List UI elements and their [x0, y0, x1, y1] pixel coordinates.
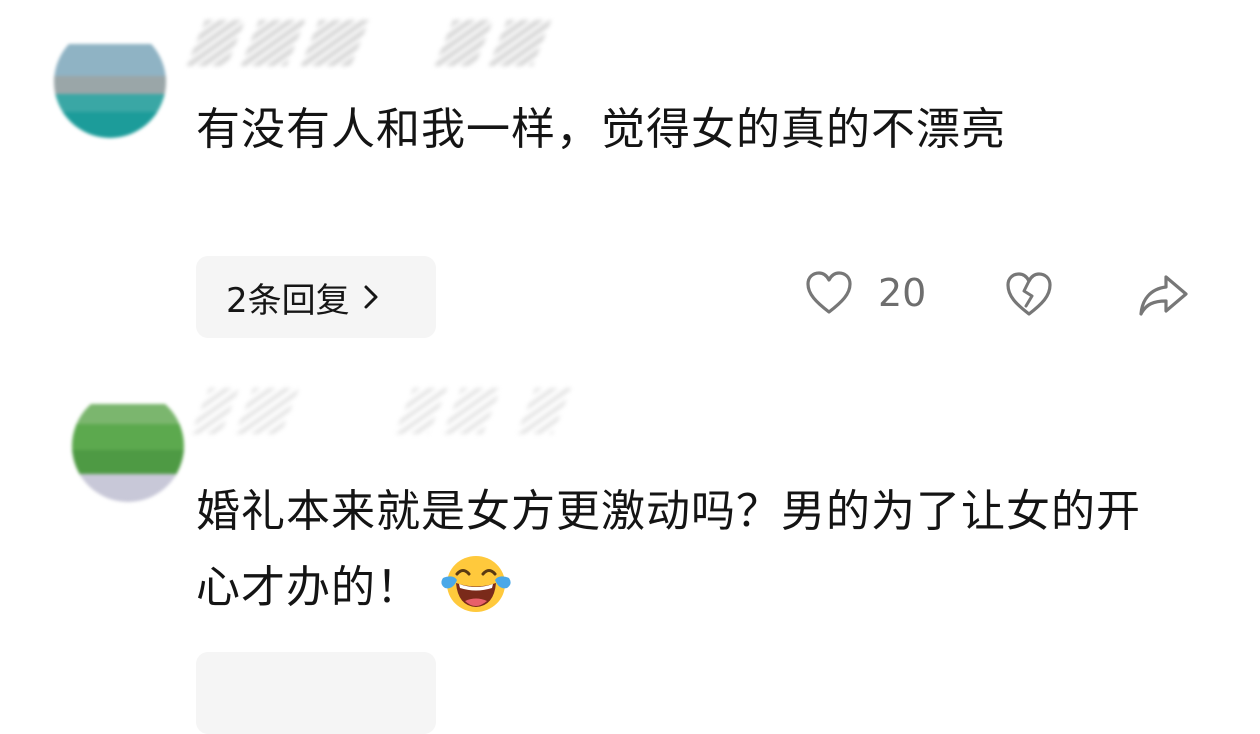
comment-item: 有没有人和我一样，觉得女的真的不漂亮 2条回复 20	[0, 0, 1260, 350]
view-replies-button[interactable]: 2条回复	[196, 256, 436, 338]
reply-count-label: 2条回复	[226, 280, 350, 321]
like-button[interactable]: 20	[804, 270, 926, 316]
username[interactable]	[190, 376, 572, 446]
broken-heart-icon	[1006, 272, 1052, 316]
comment-text-content: 婚礼本来就是女方更激动吗？男的为了让女的开心才办的！	[196, 486, 1141, 613]
like-count: 20	[878, 271, 927, 315]
username[interactable]	[186, 8, 552, 78]
heart-icon	[806, 271, 852, 314]
avatar[interactable]	[72, 390, 184, 502]
comment-text: 有没有人和我一样，觉得女的真的不漂亮	[196, 104, 1006, 155]
avatar[interactable]	[54, 26, 166, 138]
comment-item: 婚礼本来就是女方更激动吗？男的为了让女的开心才办的！	[0, 360, 1260, 734]
view-replies-button[interactable]	[196, 652, 436, 734]
laughing-emoji-icon	[441, 556, 511, 612]
comment-text: 婚礼本来就是女方更激动吗？男的为了让女的开心才办的！	[196, 474, 1166, 626]
chevron-right-icon	[364, 285, 378, 309]
dislike-button[interactable]	[1004, 270, 1054, 318]
share-arrow-icon	[1139, 275, 1188, 316]
share-button[interactable]	[1138, 272, 1190, 318]
